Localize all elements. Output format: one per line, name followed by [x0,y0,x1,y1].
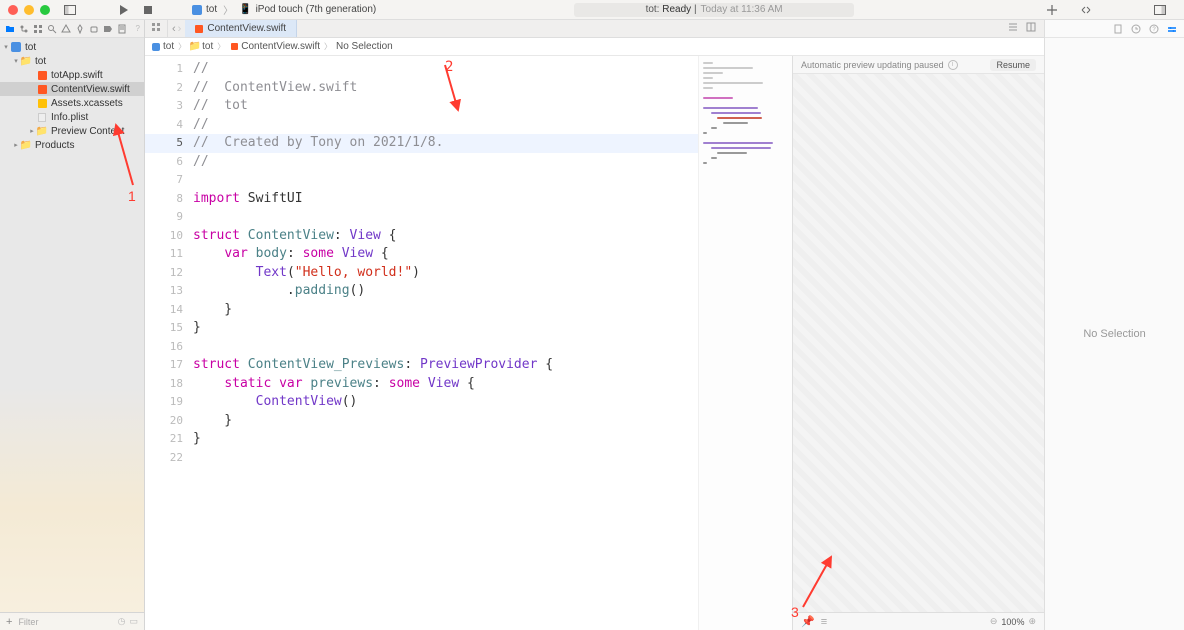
activity-status: tot: Ready | Today at 11:36 AM [574,3,854,17]
navigator-sidebar: ? ▾ tot ▾ 📁 tot totApp.swiftContentView.… [0,20,145,630]
pin-preview-icon[interactable]: 📌 [801,615,815,628]
symbol-navigator-tab[interactable] [32,23,44,35]
tree-file[interactable]: totApp.swift [0,68,144,82]
code-line[interactable]: 6// [145,153,698,172]
tree-products[interactable]: ▸ 📁 Products [0,138,144,152]
toggle-navigator-icon[interactable] [62,2,78,18]
breakpoint-navigator-tab[interactable] [102,23,114,35]
filter-recent-icon[interactable]: ◷ [118,616,126,627]
tree-file[interactable]: ContentView.swift [0,82,144,96]
stop-button[interactable] [140,2,156,18]
code-line[interactable]: 14 } [145,301,698,320]
code-line[interactable]: 7 [145,171,698,190]
debug-navigator-tab[interactable] [88,23,100,35]
preview-canvas: Automatic preview updating paused i Resu… [792,56,1044,630]
minimap[interactable] [698,56,792,630]
code-line[interactable]: 15} [145,319,698,338]
code-line[interactable]: 8import SwiftUI [145,190,698,209]
scheme-selector[interactable]: tot 〉 📱 iPod touch (7th generation) [184,0,384,19]
navigator-filter-bar: + Filter ◷ ▭ [0,612,144,630]
code-line[interactable]: 10struct ContentView: View { [145,227,698,246]
canvas-header: Automatic preview updating paused i Resu… [793,56,1044,74]
editor-tab-contentview[interactable]: ContentView.swift [185,20,297,37]
editor-options-icon[interactable] [1008,22,1018,35]
tree-project-root[interactable]: ▾ tot [0,40,144,54]
code-line[interactable]: 11 var body: some View { [145,245,698,264]
preview-list-icon[interactable]: ≡ [821,616,827,628]
zoom-window-button[interactable] [40,5,50,15]
info-icon[interactable]: i [948,60,958,70]
attributes-inspector-tab[interactable] [1166,23,1178,35]
code-line[interactable]: 12 Text("Hello, world!") [145,264,698,283]
canvas-footer: 📌 ≡ ⊖ 100% ⊕ [793,612,1044,630]
code-line[interactable]: 21} [145,430,698,449]
code-line[interactable]: 20 } [145,412,698,431]
report-navigator-tab[interactable] [116,23,128,35]
traffic-lights [8,5,50,15]
code-line[interactable]: 13 .padding() [145,282,698,301]
code-line[interactable]: 18 static var previews: some View { [145,375,698,394]
canvas-body[interactable] [793,74,1044,612]
add-target-icon[interactable]: + [6,616,12,628]
code-line[interactable]: 4// [145,116,698,135]
navigator-help-icon[interactable]: ? [136,24,140,33]
code-line[interactable]: 17struct ContentView_Previews: PreviewPr… [145,356,698,375]
tree-file[interactable]: Assets.xcassets [0,96,144,110]
inspector-tabs: ? [1045,20,1184,38]
help-inspector-tab[interactable]: ? [1148,23,1160,35]
inspector-body: No Selection [1045,38,1184,630]
project-navigator-tab[interactable] [4,23,16,35]
window-toolbar: tot 〉 📱 iPod touch (7th generation) tot:… [0,0,1184,20]
tree-file[interactable]: ▸📁Preview Content [0,124,144,138]
resume-button[interactable]: Resume [990,59,1036,71]
forward-button[interactable]: › [178,23,182,35]
code-line[interactable]: 1// [145,60,698,79]
minimize-window-button[interactable] [24,5,34,15]
code-review-icon[interactable] [1078,2,1094,18]
scheme-device-label: iPod touch (7th generation) [256,4,377,15]
code-line[interactable]: 9 [145,208,698,227]
project-tree: ▾ tot ▾ 📁 tot totApp.swiftContentView.sw… [0,38,144,612]
adjust-editor-icon[interactable] [1026,22,1036,35]
navigator-tabs: ? [0,20,144,38]
inspector-panel: ? No Selection [1044,20,1184,630]
code-line[interactable]: 3// tot [145,97,698,116]
inspector-no-selection: No Selection [1083,328,1145,340]
source-control-tab[interactable] [18,23,30,35]
tree-group-tot[interactable]: ▾ 📁 tot [0,54,144,68]
find-navigator-tab[interactable] [46,23,58,35]
history-inspector-tab[interactable] [1130,23,1142,35]
file-inspector-tab[interactable] [1112,23,1124,35]
code-line[interactable]: 19 ContentView() [145,393,698,412]
zoom-level[interactable]: 100% [1001,617,1024,627]
test-navigator-tab[interactable] [74,23,86,35]
zoom-out-icon[interactable]: ⊖ [990,616,998,627]
scheme-app-label: tot [206,4,217,15]
editor-area: ‹ › ContentView.swift tot 〉 📁 tot 〉 Cont… [145,20,1044,630]
run-button[interactable] [116,2,132,18]
jump-bar[interactable]: tot 〉 📁 tot 〉 ContentView.swift 〉 No Sel… [145,38,1044,56]
filter-input[interactable]: Filter [18,617,117,627]
code-line[interactable]: 22 [145,449,698,468]
add-icon[interactable] [1044,2,1060,18]
related-items-icon[interactable] [151,22,161,35]
code-line[interactable]: 5// Created by Tony on 2021/1/8. [145,134,698,153]
swift-icon [195,25,203,33]
editor-tab-bar: ‹ › ContentView.swift [145,20,1044,38]
code-line[interactable]: 2// ContentView.swift [145,79,698,98]
tree-file[interactable]: Info.plist [0,110,144,124]
back-button[interactable]: ‹ [172,23,176,35]
code-editor[interactable]: 1//2// ContentView.swift3// tot4//5// Cr… [145,56,698,630]
close-window-button[interactable] [8,5,18,15]
code-line[interactable]: 16 [145,338,698,357]
filter-scm-icon[interactable]: ▭ [129,616,138,627]
issue-navigator-tab[interactable] [60,23,72,35]
zoom-in-icon[interactable]: ⊕ [1028,616,1036,627]
toggle-inspector-icon[interactable] [1152,2,1168,18]
